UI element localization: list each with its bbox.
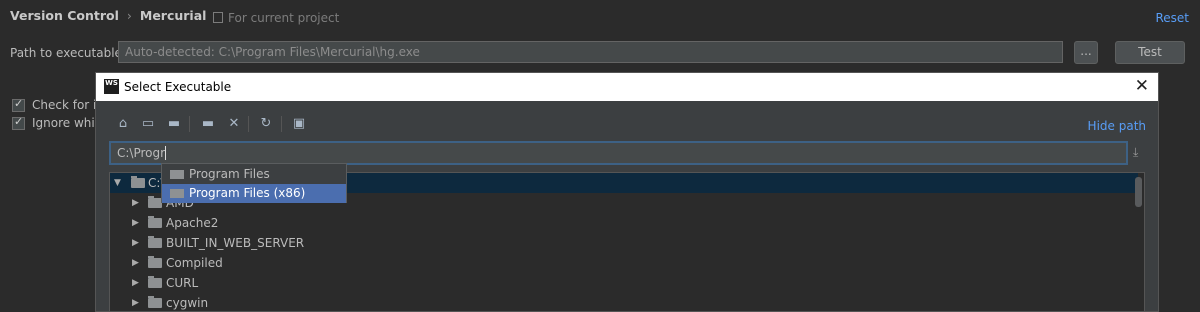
- breadcrumb-mercurial: Mercurial: [139, 8, 207, 23]
- collapsed-arrow-icon[interactable]: ▶: [132, 253, 139, 273]
- reset-link[interactable]: Reset: [1155, 11, 1189, 25]
- breadcrumb: Version Control › Mercurial: [10, 8, 206, 23]
- autocomplete-item-selected[interactable]: Program Files (x86): [162, 184, 346, 203]
- browse-button[interactable]: ...: [1074, 41, 1098, 64]
- autocomplete-item[interactable]: Program Files: [162, 165, 346, 184]
- tree-row[interactable]: ▶ CURL: [110, 273, 1138, 293]
- path-to-executable-field[interactable]: Auto-detected: C:\Program Files\Mercuria…: [118, 41, 1063, 63]
- download-icon[interactable]: ⤓: [1133, 145, 1145, 161]
- new-folder-icon[interactable]: ▬: [200, 116, 216, 132]
- tree-row[interactable]: ▶ Apache2: [110, 213, 1138, 233]
- check-for-incoming-label: Check for in: [32, 98, 104, 112]
- dialog-title-bar[interactable]: WS Select Executable ✕: [96, 73, 1158, 101]
- for-current-project-label: For current project: [228, 11, 340, 25]
- folder-icon: [131, 176, 145, 188]
- collapsed-arrow-icon[interactable]: ▶: [132, 213, 139, 233]
- ignore-whitespace-label: Ignore whit: [32, 116, 100, 130]
- folder-icon: [148, 196, 162, 208]
- collapsed-arrow-icon[interactable]: ▶: [132, 293, 139, 311]
- collapsed-arrow-icon[interactable]: ▶: [132, 273, 139, 293]
- path-input[interactable]: C:\Progr: [109, 141, 1128, 165]
- text-caret: [165, 146, 167, 160]
- desktop-icon[interactable]: ▭: [140, 116, 156, 132]
- close-icon[interactable]: ✕: [1135, 76, 1149, 96]
- check-for-incoming-checkbox[interactable]: [12, 97, 25, 112]
- folder-icon: [170, 189, 184, 198]
- tree-item-label: CURL: [166, 276, 199, 290]
- tree-item-label: Compiled: [166, 256, 223, 270]
- folder-icon: [148, 276, 162, 288]
- collapsed-arrow-icon[interactable]: ▶: [132, 233, 139, 253]
- tree-row[interactable]: ▶ BUILT_IN_WEB_SERVER: [110, 233, 1138, 253]
- project-icon: [213, 12, 223, 23]
- folder-icon: [170, 170, 184, 179]
- folder-icon[interactable]: ▬: [166, 116, 182, 132]
- ignore-whitespace-checkbox[interactable]: [12, 115, 25, 130]
- select-executable-dialog: WS Select Executable ✕ ⌂ ▭ ▬ ▬ ✕ ↻ ▣ Hid…: [95, 72, 1159, 312]
- tree-row[interactable]: ▶ cygwin: [110, 293, 1138, 311]
- breadcrumb-version-control[interactable]: Version Control: [10, 8, 119, 23]
- expanded-arrow-icon[interactable]: ▼: [114, 173, 121, 193]
- toolbar-separator: [248, 116, 249, 132]
- autocomplete-item-label: Program Files (x86): [189, 186, 306, 200]
- folder-icon: [148, 296, 162, 308]
- autocomplete-item-label: Program Files: [189, 167, 270, 181]
- autocomplete-popup: Program Files Program Files (x86): [161, 163, 347, 203]
- toolbar-separator: [189, 116, 190, 132]
- path-to-executable-label: Path to executable: [10, 46, 122, 60]
- test-button[interactable]: Test: [1115, 41, 1185, 64]
- tree-item-label: BUILT_IN_WEB_SERVER: [166, 236, 305, 250]
- folder-icon: [148, 236, 162, 248]
- show-hidden-icon[interactable]: ▣: [291, 116, 307, 132]
- refresh-icon[interactable]: ↻: [258, 116, 274, 132]
- delete-icon[interactable]: ✕: [226, 116, 242, 132]
- scrollbar-thumb[interactable]: [1135, 177, 1142, 207]
- folder-icon: [148, 256, 162, 268]
- webstorm-logo-icon: WS: [104, 79, 119, 94]
- hide-path-link[interactable]: Hide path: [1088, 119, 1146, 133]
- folder-icon: [148, 216, 162, 228]
- tree-item-label: Apache2: [166, 216, 219, 230]
- dialog-title: Select Executable: [124, 80, 232, 94]
- chevron-right-icon: ›: [126, 8, 132, 23]
- collapsed-arrow-icon[interactable]: ▶: [132, 193, 139, 213]
- tree-item-label: cygwin: [166, 296, 209, 310]
- tree-row[interactable]: ▶ Compiled: [110, 253, 1138, 273]
- toolbar-separator: [281, 116, 282, 132]
- home-icon[interactable]: ⌂: [115, 116, 131, 132]
- for-current-project-note: For current project: [213, 11, 339, 25]
- path-input-text: C:\Progr: [117, 146, 166, 160]
